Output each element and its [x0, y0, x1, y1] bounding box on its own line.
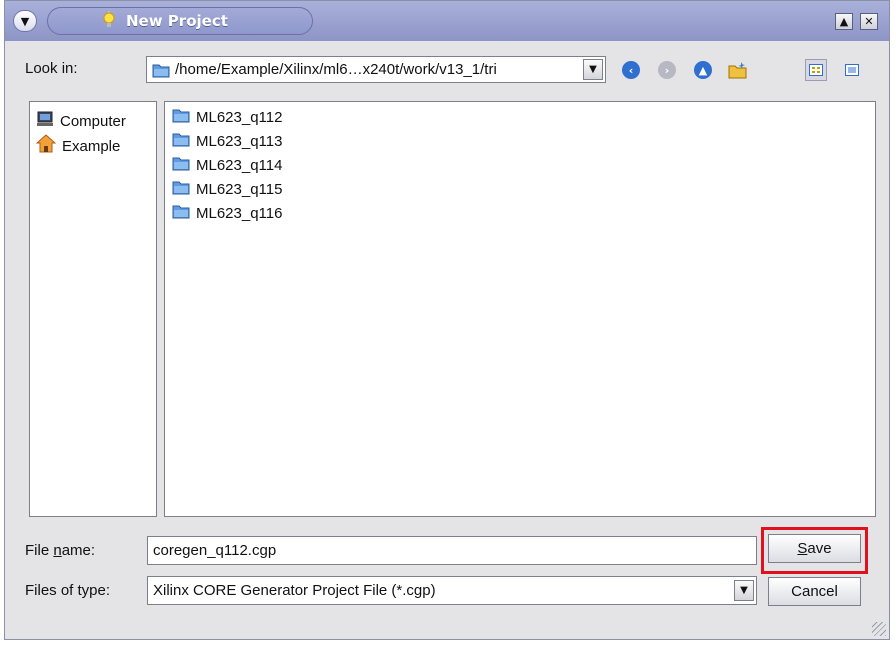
place-item-computer[interactable]: Computer [36, 110, 126, 132]
file-type-combo[interactable]: Xilinx CORE Generator Project File (*.cg… [147, 576, 757, 605]
close-button[interactable]: ✕ [860, 13, 878, 30]
back-icon[interactable]: ‹ [620, 59, 642, 81]
file-name-label: ML623_q115 [196, 180, 283, 198]
places-pane: Computer Example [29, 101, 157, 517]
chevron-down-icon[interactable]: ▼ [734, 580, 754, 601]
file-name-label-pre: File [25, 542, 54, 559]
title-pill: New Project [47, 7, 313, 35]
file-name-label-post: ame: [61, 542, 96, 559]
list-item[interactable]: ML623_q115 [172, 178, 282, 200]
file-list[interactable]: ML623_q112 ML623_q113 ML623_q114 ML623_q… [164, 101, 876, 517]
file-type-label: Files of type: [25, 582, 111, 599]
look-in-path: /home/Example/Xilinx/ml6…x240t/work/v13_… [175, 61, 497, 78]
window-title: New Project [126, 12, 228, 30]
new-project-dialog: ▼ New Project ▲ ✕ Look in: /home/Example… [4, 0, 890, 640]
list-view-icon[interactable] [805, 59, 827, 81]
window-menu-icon[interactable]: ▼ [13, 10, 37, 32]
folder-icon [172, 131, 190, 151]
file-name-label: ML623_q114 [196, 156, 283, 174]
place-item-example[interactable]: Example [35, 134, 121, 158]
chevron-down-icon[interactable]: ▼ [583, 59, 603, 80]
forward-icon[interactable]: › [656, 59, 678, 81]
list-item[interactable]: ML623_q116 [172, 202, 282, 224]
up-folder-icon[interactable]: ▲ [692, 59, 714, 81]
maximize-button[interactable]: ▲ [835, 13, 853, 30]
list-item[interactable]: ML623_q112 [172, 106, 282, 128]
title-bar[interactable]: ▼ New Project ▲ ✕ [5, 1, 889, 41]
folder-icon [172, 155, 190, 175]
folder-icon [172, 203, 190, 223]
folder-icon [152, 62, 170, 82]
place-label: Computer [60, 112, 126, 130]
file-name-label: ML623_q112 [196, 108, 283, 126]
home-icon [35, 134, 57, 158]
folder-icon [172, 107, 190, 127]
file-name-label-mnemonic: n [53, 542, 62, 559]
look-in-label: Look in: [25, 60, 78, 77]
file-name-input[interactable]: coregen_q112.cgp [147, 536, 757, 565]
place-label: Example [62, 137, 121, 155]
file-type-value: Xilinx CORE Generator Project File (*.cg… [153, 582, 436, 599]
new-folder-icon[interactable] [727, 59, 749, 81]
list-item[interactable]: ML623_q114 [172, 154, 282, 176]
details-view-icon[interactable] [841, 59, 863, 81]
file-name-label: ML623_q116 [196, 204, 283, 222]
save-highlight-box [761, 527, 868, 574]
file-name-label: File name: [25, 542, 95, 559]
cancel-button[interactable]: Cancel [768, 577, 861, 606]
lightbulb-icon [102, 11, 116, 31]
resize-grip[interactable] [872, 622, 886, 636]
file-name-value: coregen_q112.cgp [153, 542, 277, 559]
look-in-combo[interactable]: /home/Example/Xilinx/ml6…x240t/work/v13_… [146, 56, 606, 83]
file-name-label: ML623_q113 [196, 132, 283, 150]
folder-icon [172, 179, 190, 199]
computer-icon [36, 110, 54, 132]
list-item[interactable]: ML623_q113 [172, 130, 282, 152]
